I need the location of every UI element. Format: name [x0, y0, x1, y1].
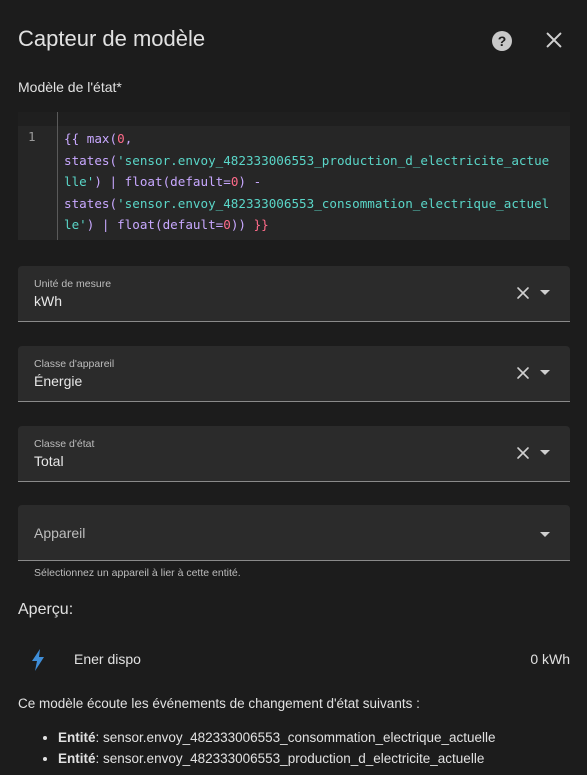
device-placeholder: Appareil	[34, 525, 86, 541]
listener-entity: sensor.envoy_482333006553_consommation_e…	[103, 730, 496, 745]
device-class-value: Énergie	[34, 373, 83, 389]
listen-description: Ce modèle écoute les événements de chang…	[18, 696, 420, 711]
gutter-divider	[57, 112, 58, 240]
device-class-label: Classe d'appareil	[34, 358, 115, 370]
device-field[interactable]: Appareil	[18, 505, 570, 561]
code-line-1: {{ max(0,	[64, 131, 133, 146]
entity-prefix: Entité	[58, 751, 96, 766]
template-label: Modèle de l'état*	[18, 79, 122, 95]
code-line-4: states('sensor.envoy_482333006553_consom…	[64, 195, 550, 211]
device-helper-text: Sélectionnez un appareil à lier à cette …	[34, 567, 241, 579]
template-code-editor[interactable]: 1 {{ max(0, states('sensor.envoy_48233300…	[18, 112, 570, 240]
listener-list: Entité: sensor.envoy_482333006553_consom…	[20, 727, 587, 769]
state-class-value: Total	[34, 453, 64, 469]
device-class-field[interactable]: Classe d'appareil Énergie	[18, 346, 570, 402]
clear-icon[interactable]	[516, 446, 530, 460]
template-code[interactable]: {{ max(0, states('sensor.envoy_4823330065…	[64, 128, 564, 236]
chevron-down-icon[interactable]	[540, 370, 550, 375]
list-item: Entité: sensor.envoy_482333006553_produc…	[58, 748, 587, 769]
clear-icon[interactable]	[516, 366, 530, 380]
chevron-down-icon[interactable]	[540, 450, 550, 455]
close-icon[interactable]	[543, 29, 565, 51]
clear-icon[interactable]	[516, 286, 530, 300]
code-line-3: lle') | float(default=0) -	[64, 174, 262, 189]
help-icon[interactable]: ?	[492, 31, 512, 51]
line-number: 1	[28, 129, 36, 144]
unit-of-measurement-field[interactable]: Unité de mesure kWh	[18, 266, 570, 322]
list-item: Entité: sensor.envoy_482333006553_consom…	[58, 727, 587, 748]
preview-title: Aperçu:	[18, 601, 74, 618]
editor-top-strip	[18, 112, 570, 126]
listener-entity: sensor.envoy_482333006553_production_d_e…	[103, 751, 485, 766]
state-class-label: Classe d'état	[34, 438, 95, 450]
unit-label: Unité de mesure	[34, 278, 112, 290]
code-line-2: states('sensor.envoy_482333006553_produc…	[64, 152, 550, 168]
code-line-5: le') | float(default=0)) }}	[64, 217, 269, 232]
state-class-field[interactable]: Classe d'état Total	[18, 426, 570, 482]
preview-entity-value: 0 kWh	[530, 651, 570, 667]
unit-value: kWh	[34, 293, 62, 309]
preview-entity-name: Ener dispo	[74, 651, 141, 667]
chevron-down-icon[interactable]	[540, 532, 550, 537]
flash-icon	[32, 649, 44, 671]
chevron-down-icon[interactable]	[540, 290, 550, 295]
dialog-title: Capteur de modèle	[18, 26, 206, 51]
entity-prefix: Entité	[58, 730, 96, 745]
